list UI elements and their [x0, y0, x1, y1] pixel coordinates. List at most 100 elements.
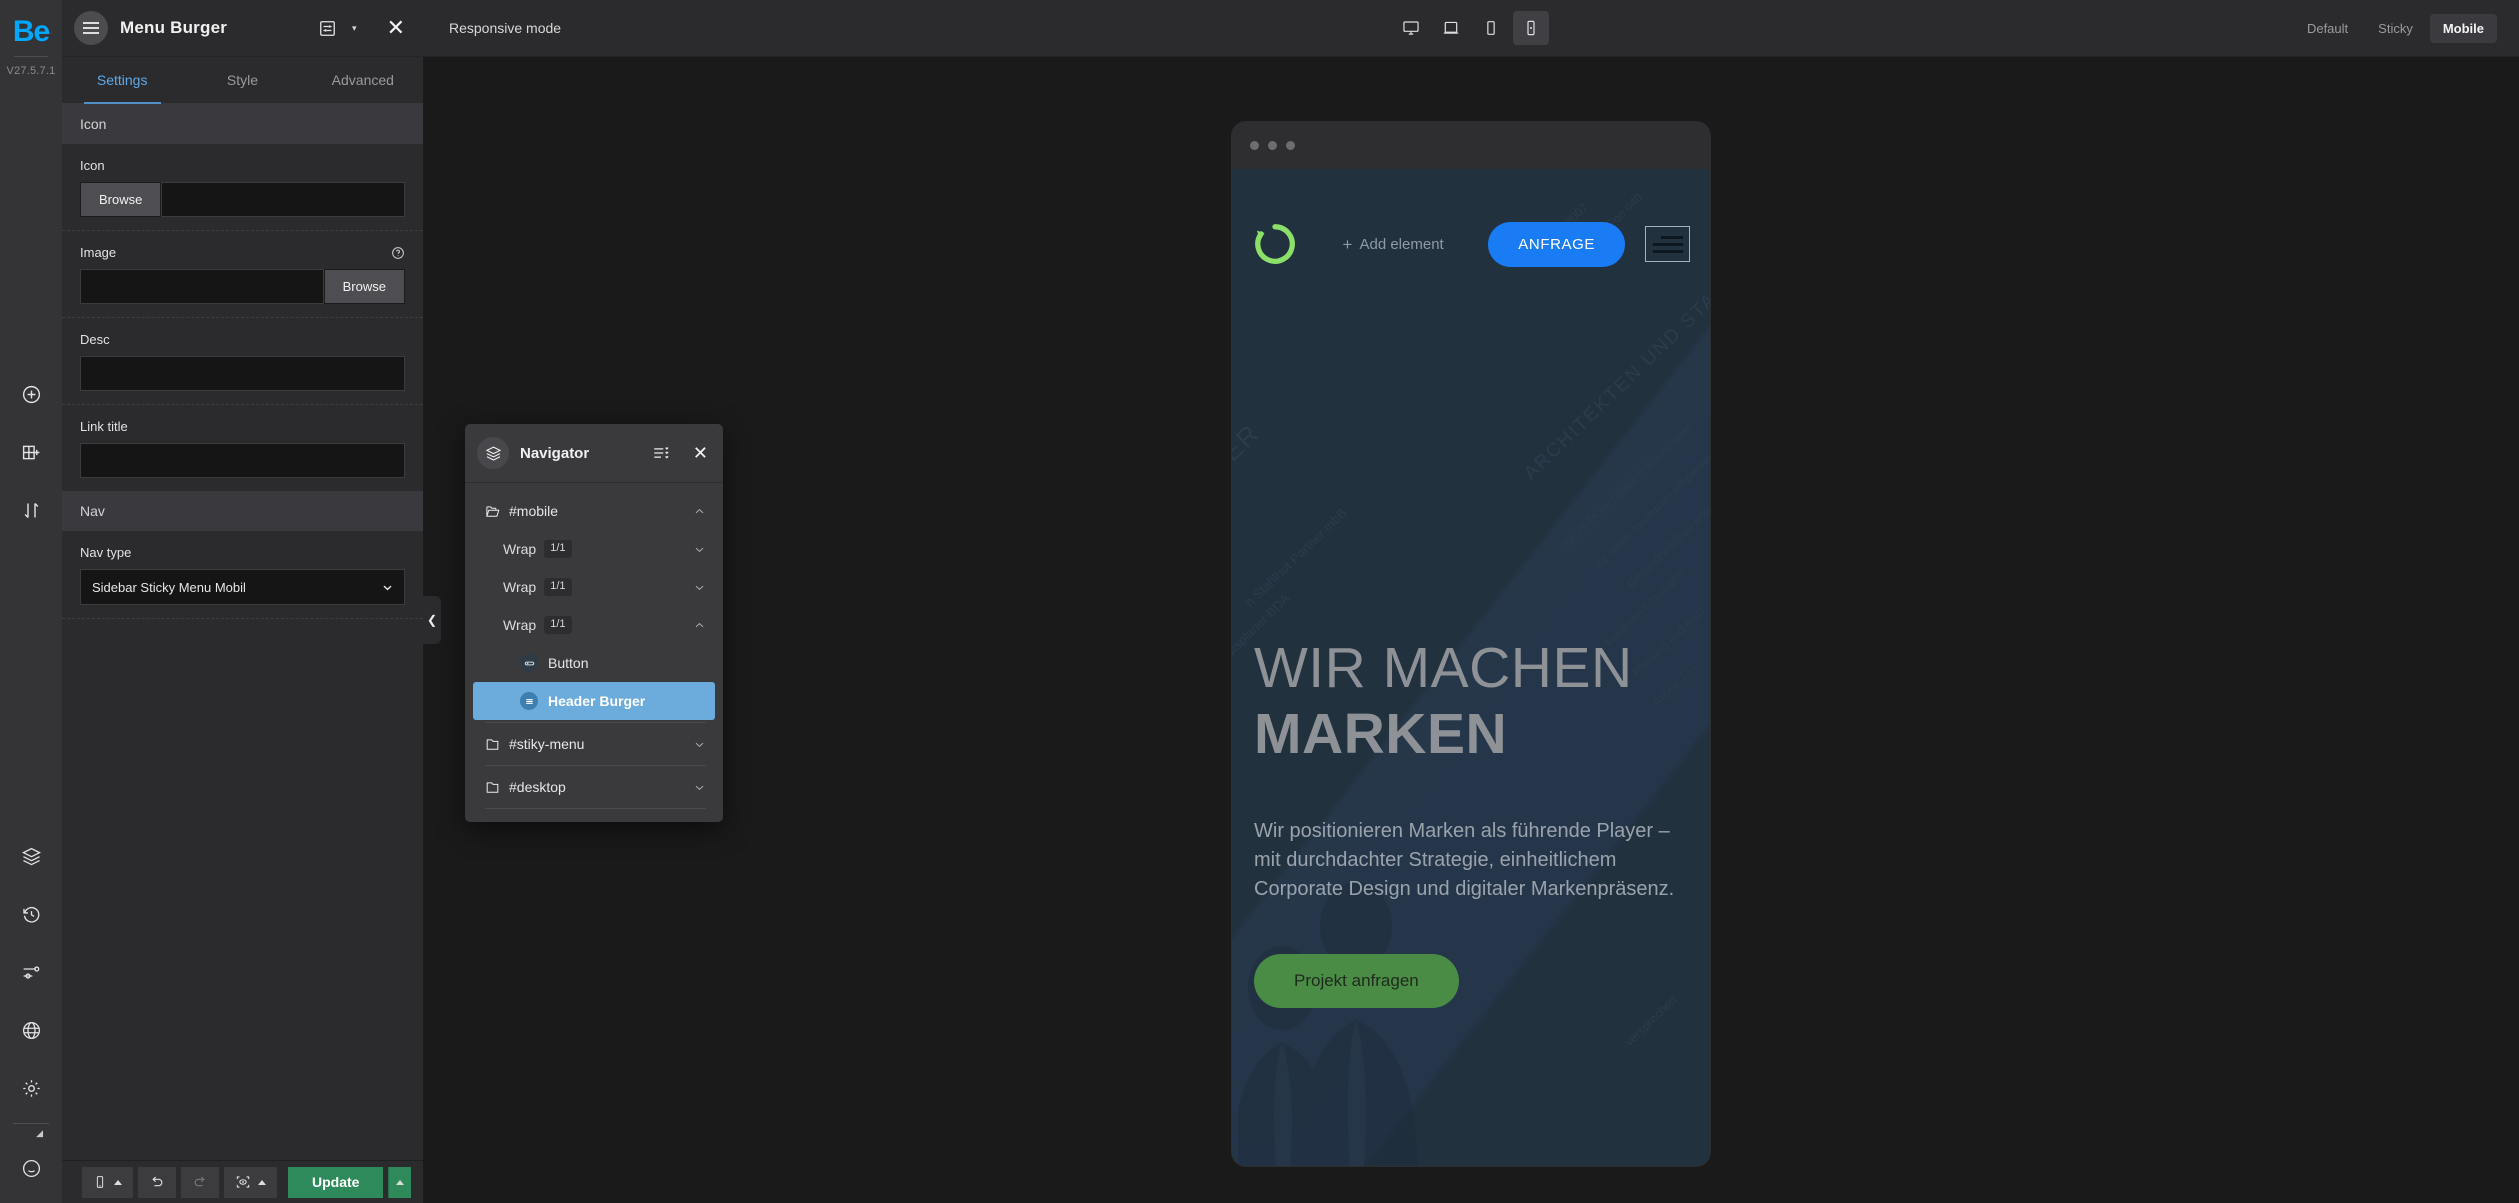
panel-tabs: Settings Style Advanced: [62, 57, 423, 104]
panel-title: Menu Burger: [120, 18, 228, 37]
navigator-node-label: #desktop: [509, 779, 566, 795]
state-mobile-button[interactable]: Mobile: [2429, 13, 2497, 43]
section-header-nav: Nav: [62, 491, 423, 531]
chevron-down-icon[interactable]: [693, 581, 706, 594]
preview-header-nav: + Add element ANFRAGE: [1232, 207, 1710, 281]
chevron-up-icon[interactable]: [693, 619, 706, 632]
tab-advanced[interactable]: Advanced: [303, 57, 423, 103]
field-image: Image Browse: [62, 231, 423, 318]
icon-value-input[interactable]: [161, 182, 405, 217]
navigator-node-wrap-3[interactable]: Wrap 1/1: [465, 606, 723, 644]
hero-cta-button[interactable]: Projekt anfragen: [1254, 953, 1459, 1008]
help-circle-icon[interactable]: [391, 246, 405, 260]
panel-footer: Update: [62, 1160, 423, 1203]
device-mobile-button[interactable]: [1513, 11, 1549, 45]
device-titlebar: [1232, 122, 1710, 169]
navigator-node-desktop[interactable]: #desktop: [465, 768, 723, 806]
panel-burger-icon[interactable]: [74, 11, 108, 45]
footer-redo-button[interactable]: [181, 1166, 219, 1198]
hero-headline-line2: MARKEN: [1254, 701, 1508, 766]
navigator-node-label: Wrap: [503, 579, 537, 595]
panel-close-icon[interactable]: ✕: [387, 17, 405, 39]
navigator-node-label: Header Burger: [548, 693, 646, 709]
layers-icon[interactable]: [11, 836, 51, 876]
image-browse-button[interactable]: Browse: [323, 269, 405, 304]
chevron-down-icon[interactable]: [693, 781, 706, 794]
state-sticky-button[interactable]: Sticky: [2365, 14, 2426, 43]
field-link-title: Link title: [62, 405, 423, 491]
add-element-button[interactable]: + Add element: [1304, 236, 1482, 253]
navigator-options-icon[interactable]: [652, 444, 670, 462]
nav-type-select[interactable]: Sidebar Sticky Menu Mobil: [80, 569, 405, 605]
anfrage-cta-button[interactable]: ANFRAGE: [1488, 221, 1625, 267]
navigator-separator: [485, 722, 706, 723]
hero-headline-line1: WIR MACHEN: [1254, 636, 1633, 700]
field-label-nav-type-text: Nav type: [80, 545, 132, 560]
navigator-node-wrap-2[interactable]: Wrap 1/1: [465, 568, 723, 606]
navigator-node-label: Button: [548, 655, 589, 671]
panel-settings-icon[interactable]: [318, 19, 337, 38]
footer-device-caret-icon: [114, 1179, 122, 1185]
navigator-node-header-burger[interactable]: Header Burger: [473, 682, 715, 720]
left-icon-rail: Be V27.5.7.1 ◢: [0, 0, 62, 1203]
state-default-button[interactable]: Default: [2294, 14, 2361, 43]
field-label-icon: Icon: [80, 158, 405, 173]
navigator-node-label: #mobile: [509, 503, 559, 519]
navigator-node-label: Wrap: [503, 617, 537, 633]
burger-icon: [520, 692, 538, 710]
tab-style[interactable]: Style: [182, 57, 302, 103]
field-nav-type: Nav type Sidebar Sticky Menu Mobil: [62, 531, 423, 619]
update-button[interactable]: Update: [288, 1166, 384, 1198]
add-column-icon[interactable]: [11, 432, 51, 472]
rail-collapse-caret[interactable]: ◢: [36, 1128, 43, 1139]
footer-undo-button[interactable]: [138, 1166, 176, 1198]
link-title-input[interactable]: [80, 443, 405, 478]
navigator-node-label: #stiky-menu: [509, 736, 585, 752]
device-tablet-button[interactable]: [1473, 11, 1509, 45]
support-icon[interactable]: [11, 1148, 51, 1188]
navigator-node-mobile[interactable]: #mobile: [465, 492, 723, 530]
navigator-node-button[interactable]: Button: [465, 644, 723, 682]
field-icon: Icon Browse: [62, 144, 423, 231]
device-laptop-button[interactable]: [1433, 11, 1469, 45]
responsive-mode-label: Responsive mode: [449, 20, 562, 36]
globe-icon[interactable]: [11, 1010, 51, 1050]
rail-divider: [14, 56, 48, 57]
update-dropdown-button[interactable]: [388, 1166, 411, 1198]
device-dot-3: [1286, 141, 1295, 150]
field-label-desc-text: Desc: [80, 332, 110, 347]
navigator-node-wrap-1[interactable]: Wrap 1/1: [465, 530, 723, 568]
navigator-node-stiky-menu[interactable]: #stiky-menu: [465, 725, 723, 763]
rail-bottom-group: ◢: [11, 827, 51, 1203]
footer-preview-button[interactable]: [224, 1166, 277, 1198]
sort-arrows-icon[interactable]: [11, 490, 51, 530]
chevron-down-icon[interactable]: [693, 543, 706, 556]
navigator-header: Navigator ✕: [465, 424, 723, 483]
navigator-close-icon[interactable]: ✕: [693, 443, 708, 464]
tab-settings[interactable]: Settings: [62, 57, 182, 104]
panel-collapse-handle[interactable]: ❮: [423, 596, 441, 644]
field-label-image-text: Image: [80, 245, 117, 260]
field-desc: Desc: [62, 318, 423, 405]
device-desktop-button[interactable]: [1393, 11, 1429, 45]
sliders-icon[interactable]: [11, 952, 51, 992]
chevron-up-icon[interactable]: [693, 505, 706, 518]
circular-arrow-logo-icon: [1255, 224, 1295, 264]
desc-input[interactable]: [80, 356, 405, 391]
image-value-input[interactable]: [80, 269, 324, 304]
footer-device-button[interactable]: [82, 1166, 133, 1198]
panel-settings-caret-icon[interactable]: ▾: [352, 23, 357, 34]
navigator-node-badge: 1/1: [544, 540, 572, 558]
editor-canvas[interactable]: VER h Stahlhut Partner mbB dtsplaner BDA…: [423, 57, 2519, 1203]
icon-browse-button[interactable]: Browse: [80, 182, 162, 217]
state-switcher: Default Sticky Mobile: [2294, 13, 2497, 43]
chevron-down-icon[interactable]: [693, 738, 706, 751]
device-dot-2: [1268, 141, 1277, 150]
gear-icon[interactable]: [11, 1068, 51, 1108]
history-icon[interactable]: [11, 894, 51, 934]
add-circle-icon[interactable]: [11, 374, 51, 414]
image-input-row: Browse: [80, 269, 405, 304]
button-icon: [520, 654, 538, 672]
navigator-node-badge: 1/1: [544, 616, 572, 634]
header-burger-icon[interactable]: [1645, 226, 1690, 262]
